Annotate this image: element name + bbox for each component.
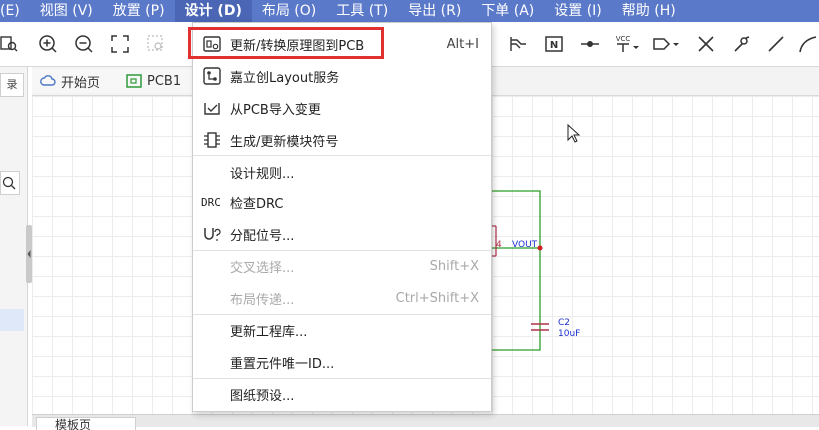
line-icon[interactable]	[766, 34, 786, 54]
tab-start-page[interactable]: 开始页	[32, 69, 119, 93]
layout-service-icon	[203, 67, 221, 85]
left-panel-selected-item[interactable]	[0, 309, 24, 331]
menu-item-layout-transfer-shortcut: Ctrl+Shift+X	[395, 290, 479, 306]
probe-icon[interactable]	[732, 34, 752, 54]
menu-order[interactable]: 下单 (A)	[471, 0, 544, 22]
wire-right	[490, 190, 541, 351]
cap-ref: C2	[558, 318, 570, 328]
cloud-icon	[40, 75, 56, 86]
menu-place[interactable]: 放置 (P)	[103, 0, 175, 22]
menu-item-import-from-pcb[interactable]: 从PCB导入变更	[193, 93, 491, 123]
menu-item-import-from-pcb-label: 从PCB导入变更	[230, 102, 321, 118]
menu-bar: (E) 视图 (V) 放置 (P) 设计 (D) 布局 (O) 工具 (T) 导…	[0, 0, 819, 22]
design-menu-dropdown: 更新/转换原理图到PCB Alt+I 嘉立创Layout服务 从PCB导入变更 …	[192, 22, 492, 412]
vcc-label: VCC	[616, 35, 631, 43]
bottom-tabs: 模板页	[32, 414, 819, 430]
menu-item-design-rules[interactable]: 设计规则...	[193, 157, 491, 187]
menu-item-check-drc[interactable]: DRC 检查DRC	[193, 187, 491, 217]
cap-value: 10uF	[558, 329, 580, 339]
menu-item-sheet-presets[interactable]: 图纸预设...	[193, 379, 491, 409]
menu-item-reset-unique-id[interactable]: 重置元件唯一ID...	[193, 347, 491, 377]
menu-item-annotate-label: 分配位号...	[230, 228, 295, 244]
tab-template-page-label: 模板页	[55, 418, 92, 430]
net-port-icon[interactable]: N	[544, 34, 564, 54]
mouse-cursor-icon	[567, 123, 581, 143]
left-search-button[interactable]	[0, 171, 20, 195]
menu-item-sheet-presets-label: 图纸预设...	[230, 388, 295, 404]
menu-separator	[193, 155, 491, 156]
vcc-power-icon[interactable]: VCC	[614, 34, 640, 54]
fit-view-icon[interactable]	[110, 34, 130, 54]
menu-item-design-rules-label: 设计规则...	[230, 166, 295, 182]
menu-item-layout-transfer-label: 布局传递...	[230, 292, 295, 308]
menu-view[interactable]: 视图 (V)	[30, 0, 103, 22]
menu-item-update-pcb-shortcut: Alt+I	[446, 36, 479, 52]
import-changes-icon	[203, 99, 221, 117]
menu-item-update-library[interactable]: 更新工程库...	[193, 315, 491, 345]
menu-export[interactable]: 导出 (R)	[398, 0, 471, 22]
pin-number: 4	[496, 240, 502, 250]
search-icon	[2, 176, 16, 190]
pcb-icon	[126, 74, 142, 88]
menu-item-reset-unique-id-label: 重置元件唯一ID...	[230, 356, 335, 372]
menu-item-check-drc-label: 检查DRC	[230, 196, 284, 212]
tab-pcb1[interactable]: PCB1	[118, 69, 193, 93]
zoom-area-icon[interactable]	[146, 34, 166, 54]
find-icon[interactable]	[0, 34, 20, 54]
menu-item-module-symbol-label: 生成/更新模块符号	[230, 134, 339, 150]
menu-layout[interactable]: 布局 (O)	[252, 0, 326, 22]
menu-tools[interactable]: 工具 (T)	[326, 0, 398, 22]
menu-design[interactable]: 设计 (D)	[174, 0, 252, 22]
menu-item-cross-select-shortcut: Shift+X	[429, 258, 479, 274]
highlight-box	[188, 27, 384, 59]
menu-item-update-library-label: 更新工程库...	[230, 324, 308, 340]
tab-template-page[interactable]: 模板页	[36, 417, 136, 430]
menu-help[interactable]: 帮助 (H)	[612, 0, 686, 22]
menu-item-layout-service-label: 嘉立创Layout服务	[230, 70, 340, 86]
net-label-vout: VOUT	[512, 240, 538, 250]
tab-start-page-label: 开始页	[61, 75, 101, 91]
left-panel: 录	[0, 67, 28, 426]
net-port-label: N	[550, 40, 558, 51]
menu-item-layout-service[interactable]: 嘉立创Layout服务	[193, 61, 491, 91]
tab-pcb1-label: PCB1	[147, 73, 182, 89]
netlabel-dropdown-icon[interactable]	[652, 34, 680, 54]
zoom-out-icon[interactable]	[74, 34, 94, 54]
bus-entry-icon[interactable]	[508, 34, 528, 54]
zoom-in-icon[interactable]	[38, 34, 58, 54]
menu-item-module-symbol[interactable]: 生成/更新模块符号	[193, 125, 491, 155]
menu-item-cross-select[interactable]: 交叉选择... Shift+X	[193, 251, 491, 281]
left-panel-tab[interactable]: 录	[0, 73, 24, 97]
menu-edit[interactable]: (E)	[0, 0, 30, 22]
menu-item-layout-transfer[interactable]: 布局传递... Ctrl+Shift+X	[193, 283, 491, 313]
net-flag-icon[interactable]	[580, 34, 600, 54]
arc-icon[interactable]	[798, 34, 818, 54]
menu-settings[interactable]: 设置 (I)	[544, 0, 612, 22]
no-connect-icon[interactable]	[696, 34, 716, 54]
junction-dot	[537, 245, 543, 251]
annotate-icon	[203, 225, 221, 243]
drc-icon: DRC	[201, 195, 221, 209]
menu-item-annotate[interactable]: 分配位号...	[193, 219, 491, 249]
menu-item-cross-select-label: 交叉选择...	[230, 260, 295, 276]
module-symbol-icon	[203, 131, 221, 149]
